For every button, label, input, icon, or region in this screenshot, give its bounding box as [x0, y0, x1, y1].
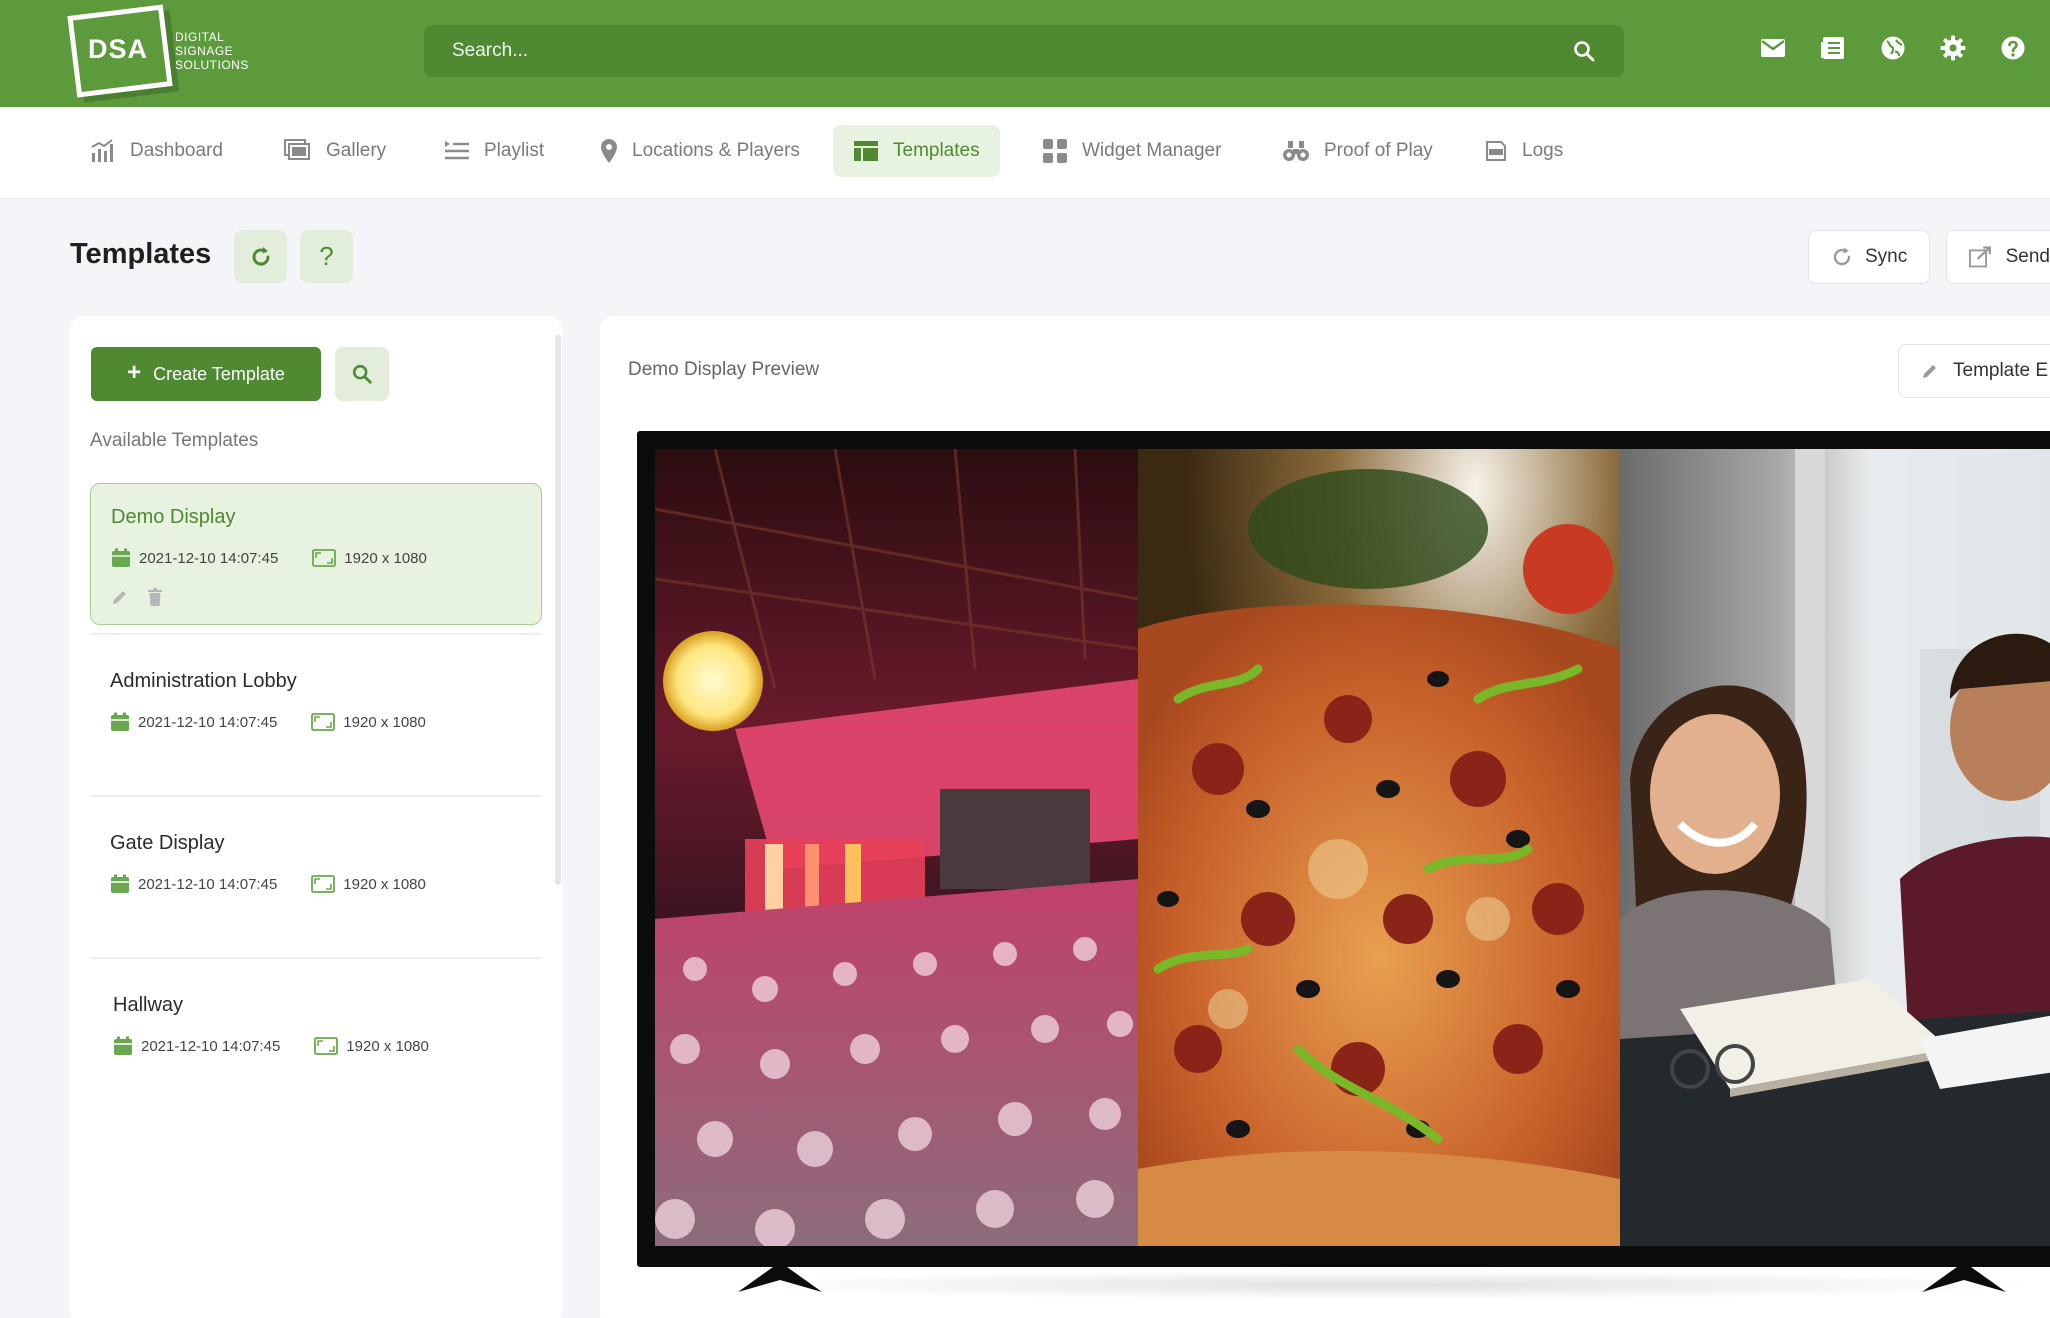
template-card-hallway[interactable]: Hallway 2021-12-10 14:07:45 1920 x 1080 — [93, 972, 545, 1114]
sync-icon — [1833, 247, 1851, 266]
sidebar-scrollbar[interactable] — [555, 335, 561, 885]
nav-logs[interactable]: Logs — [1464, 125, 1583, 177]
template-search-button[interactable] — [335, 347, 389, 401]
available-templates-heading: Available Templates — [90, 430, 259, 451]
pizza-image[interactable] — [1138, 449, 1620, 1246]
template-resolution: 1920 x 1080 — [343, 713, 426, 731]
trash-icon[interactable] — [147, 588, 163, 606]
nav-label: Gallery — [326, 140, 387, 161]
question-icon: ? — [319, 241, 334, 271]
template-name: Hallway — [113, 994, 184, 1016]
search-icon[interactable] — [1572, 39, 1596, 68]
mail-icon[interactable] — [1760, 35, 1786, 61]
card-divider — [90, 633, 542, 635]
template-name: Demo Display — [111, 506, 236, 528]
resolution-icon — [311, 713, 336, 731]
template-editor-button[interactable]: Template E — [1898, 344, 2050, 398]
calendar-icon — [111, 712, 129, 731]
sync-button[interactable]: Sync — [1808, 230, 1931, 284]
tv-shadow — [720, 1270, 2050, 1300]
page-title: Templates — [70, 238, 212, 270]
create-template-label: Create Template — [153, 363, 285, 384]
refresh-button[interactable] — [234, 230, 287, 283]
calendar-icon — [111, 874, 129, 893]
logo-sub-line: DIGITAL — [175, 30, 225, 44]
logo-sub-line: SOLUTIONS — [175, 58, 249, 72]
playlist-icon — [445, 141, 469, 160]
binoculars-icon — [1283, 141, 1309, 161]
template-editor-label: Template E — [1953, 360, 2049, 381]
nav-label: Playlist — [484, 140, 545, 161]
send-label: Send — [2005, 246, 2050, 267]
logo-subtitle: DIGITAL SIGNAGE SOLUTIONS — [175, 30, 249, 72]
send-icon — [1969, 246, 1991, 268]
tv-right-foot — [1922, 1262, 2006, 1292]
bar-chart-icon — [91, 139, 113, 162]
edit-icon[interactable] — [111, 588, 129, 606]
nav-locations-players[interactable]: Locations & Players — [580, 125, 820, 177]
template-date: 2021-12-10 14:07:45 — [139, 549, 279, 567]
nav-proof-of-play[interactable]: Proof of Play — [1262, 125, 1453, 177]
nav-templates[interactable]: Templates — [833, 125, 1000, 177]
resolution-icon — [312, 549, 337, 567]
tv-screen — [655, 449, 2050, 1246]
nav-label: Locations & Players — [632, 140, 800, 161]
refresh-icon — [252, 246, 270, 266]
event-hall-image[interactable] — [655, 449, 1138, 1246]
template-card-administration-lobby[interactable]: Administration Lobby 2021-12-10 14:07:45… — [90, 648, 542, 790]
search-input[interactable]: Search... — [424, 25, 1624, 77]
dsa-logo[interactable]: DSA DIGITAL SIGNAGE SOLUTIONS — [67, 4, 260, 98]
template-name: Administration Lobby — [110, 670, 297, 692]
template-card-gate-display[interactable]: Gate Display 2021-12-10 14:07:45 1920 x … — [90, 810, 542, 952]
nav-label: Dashboard — [130, 140, 223, 161]
nav-playlist[interactable]: Playlist — [424, 125, 564, 177]
help-icon[interactable] — [2000, 35, 2026, 61]
resolution-icon — [311, 875, 336, 893]
template-date: 2021-12-10 14:07:45 — [138, 875, 278, 893]
logo-text: DSA — [88, 34, 149, 64]
logo-sub-line: SIGNAGE — [175, 44, 234, 58]
template-icon — [854, 141, 878, 161]
tv-left-foot — [738, 1262, 822, 1292]
preview-title: Demo Display Preview — [628, 359, 820, 380]
send-button[interactable]: Send — [1946, 230, 2050, 284]
globe-icon[interactable] — [1880, 35, 1906, 61]
nav-label: Logs — [1522, 140, 1564, 161]
resolution-icon — [314, 1037, 339, 1055]
news-icon[interactable] — [1820, 35, 1846, 61]
calendar-icon — [114, 1036, 132, 1055]
help-button[interactable]: ? — [300, 230, 353, 283]
main-nav: Dashboard Gallery Playlist Locations & P… — [0, 107, 2050, 199]
card-divider — [90, 795, 542, 797]
map-pin-icon — [601, 139, 617, 163]
nav-label: Widget Manager — [1082, 140, 1222, 161]
gear-icon[interactable] — [1940, 35, 1966, 61]
card-divider — [90, 957, 542, 959]
template-resolution: 1920 x 1080 — [343, 875, 426, 893]
search-icon — [352, 364, 372, 384]
log-icon — [1486, 141, 1506, 161]
nav-widget-manager[interactable]: Widget Manager — [1022, 125, 1241, 177]
calendar-icon — [112, 548, 130, 567]
template-name: Gate Display — [110, 832, 225, 854]
search-placeholder: Search... — [452, 40, 529, 61]
nav-label: Templates — [893, 140, 980, 161]
create-template-button[interactable]: + Create Template — [91, 347, 321, 401]
widget-icon — [1043, 139, 1067, 163]
gallery-icon — [284, 139, 310, 160]
template-card-demo-display[interactable]: Demo Display 2021-12-10 14:07:45 1920 x … — [90, 483, 542, 625]
template-resolution: 1920 x 1080 — [344, 549, 427, 567]
plus-icon: + — [127, 359, 142, 386]
sync-label: Sync — [1865, 246, 1908, 267]
pencil-icon — [1923, 365, 1936, 378]
template-date: 2021-12-10 14:07:45 — [141, 1037, 281, 1055]
students-image[interactable] — [1620, 449, 2050, 1246]
nav-dashboard[interactable]: Dashboard — [70, 125, 243, 177]
nav-label: Proof of Play — [1324, 140, 1433, 161]
template-date: 2021-12-10 14:07:45 — [138, 713, 278, 731]
template-resolution: 1920 x 1080 — [346, 1037, 429, 1055]
top-bar: DSA DIGITAL SIGNAGE SOLUTIONS Search... — [0, 0, 2050, 107]
nav-gallery[interactable]: Gallery — [264, 125, 406, 177]
